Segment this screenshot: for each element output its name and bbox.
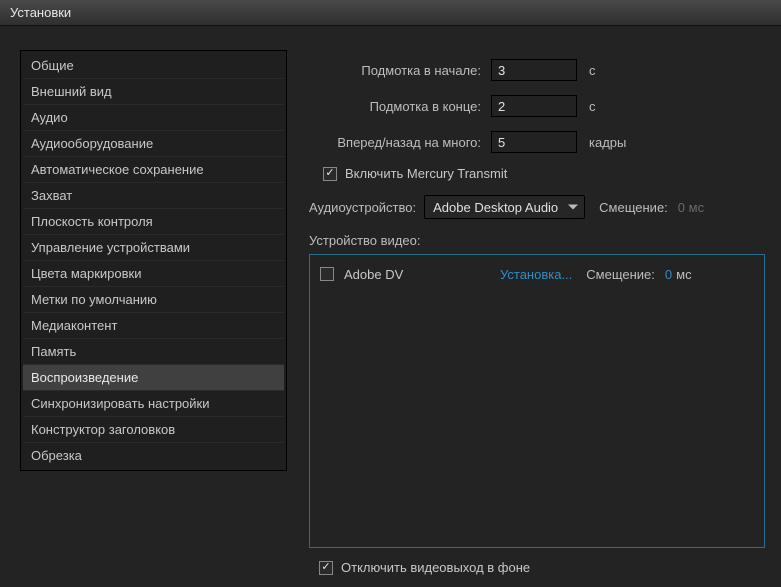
chevron-down-icon: [568, 205, 578, 210]
mercury-row: Включить Mercury Transmit: [309, 166, 765, 181]
sidebar-item-label: Конструктор заголовков: [31, 422, 175, 437]
audiodevice-value: Adobe Desktop Audio: [433, 200, 558, 215]
postroll-unit: с: [589, 99, 596, 114]
preroll-label: Подмотка в начале:: [309, 63, 491, 78]
postroll-label: Подмотка в конце:: [309, 99, 491, 114]
videodevice-label: Устройство видео:: [309, 233, 765, 248]
preferences-window: Установки Общие Внешний вид Аудио Аудиоо…: [0, 0, 781, 587]
sidebar-item-devicectrl[interactable]: Управление устройствами: [23, 235, 284, 261]
sidebar-item-label: Синхронизировать настройки: [31, 396, 210, 411]
sidebar-item-audio[interactable]: Аудио: [23, 105, 284, 131]
audiodevice-row: Аудиоустройство: Adobe Desktop Audio Сме…: [309, 195, 765, 219]
step-input[interactable]: [491, 131, 577, 153]
sidebar-item-label: Аудиооборудование: [31, 136, 153, 151]
sidebar-item-memory[interactable]: Память: [23, 339, 284, 365]
preroll-row: Подмотка в начале: с: [309, 58, 765, 82]
disablebg-row: Отключить видеовыход в фоне: [309, 560, 765, 575]
sidebar-item-labeldefs[interactable]: Метки по умолчанию: [23, 287, 284, 313]
videodevice-row: Adobe DV Установка... Смещение: 0 мс: [320, 263, 754, 285]
sidebar-item-general[interactable]: Общие: [23, 53, 284, 79]
sidebar-item-label: Управление устройствами: [31, 240, 190, 255]
postroll-input[interactable]: [491, 95, 577, 117]
postroll-row: Подмотка в конце: с: [309, 94, 765, 118]
step-row: Вперед/назад на много: кадры: [309, 130, 765, 154]
sidebar-item-label: Общие: [31, 58, 74, 73]
sidebar-item-label: Захват: [31, 188, 72, 203]
videodevice-offset-label: Смещение:: [586, 267, 655, 282]
sidebar-item-capture[interactable]: Захват: [23, 183, 284, 209]
sidebar-item-label: Обрезка: [31, 448, 82, 463]
sidebar-item-appearance[interactable]: Внешний вид: [23, 79, 284, 105]
disablebg-checkbox[interactable]: [319, 561, 333, 575]
sidebar-item-label: Медиаконтент: [31, 318, 117, 333]
step-label: Вперед/назад на много:: [309, 135, 491, 150]
sidebar-item-trim[interactable]: Обрезка: [23, 443, 284, 468]
videodevice-list: Adobe DV Установка... Смещение: 0 мс: [309, 254, 765, 548]
sidebar-item-media[interactable]: Медиаконтент: [23, 313, 284, 339]
sidebar-item-sync[interactable]: Синхронизировать настройки: [23, 391, 284, 417]
preroll-input[interactable]: [491, 59, 577, 81]
sidebar-item-playback[interactable]: Воспроизведение: [23, 365, 284, 391]
sidebar-item-label: Цвета маркировки: [31, 266, 142, 281]
content-area: Общие Внешний вид Аудио Аудиооборудовани…: [0, 26, 781, 587]
sidebar-item-label: Воспроизведение: [31, 370, 138, 385]
titlebar: Установки: [0, 0, 781, 26]
sidebar-item-control[interactable]: Плоскость контроля: [23, 209, 284, 235]
mercury-checkbox[interactable]: [323, 167, 337, 181]
sidebar-item-label: Метки по умолчанию: [31, 292, 157, 307]
sidebar-item-label: Аудио: [31, 110, 68, 125]
audiodevice-offset-label: Смещение:: [599, 200, 668, 215]
step-unit: кадры: [589, 135, 626, 150]
sidebar-item-titler[interactable]: Конструктор заголовков: [23, 417, 284, 443]
sidebar-item-audiohw[interactable]: Аудиооборудование: [23, 131, 284, 157]
videodevice-setup-link[interactable]: Установка...: [500, 267, 572, 282]
sidebar-item-label: Плоскость контроля: [31, 214, 153, 229]
mercury-label: Включить Mercury Transmit: [345, 166, 507, 181]
disablebg-label: Отключить видеовыход в фоне: [341, 560, 530, 575]
settings-panel: Подмотка в начале: с Подмотка в конце: с…: [305, 50, 769, 575]
audiodevice-label: Аудиоустройство:: [309, 200, 416, 215]
sidebar-item-label: Память: [31, 344, 76, 359]
videodevice-offset-unit: мс: [676, 267, 691, 282]
preroll-unit: с: [589, 63, 596, 78]
audiodevice-select[interactable]: Adobe Desktop Audio: [424, 195, 585, 219]
videodevice-name: Adobe DV: [344, 267, 500, 282]
category-sidebar: Общие Внешний вид Аудио Аудиооборудовани…: [20, 50, 287, 471]
videodevice-offset-value[interactable]: 0: [665, 267, 672, 282]
audiodevice-offset-value: 0 мс: [678, 200, 704, 215]
videodevice-checkbox[interactable]: [320, 267, 334, 281]
sidebar-item-label: Автоматическое сохранение: [31, 162, 204, 177]
sidebar-item-autosave[interactable]: Автоматическое сохранение: [23, 157, 284, 183]
window-title: Установки: [10, 5, 71, 20]
sidebar-item-label: Внешний вид: [31, 84, 112, 99]
sidebar-item-labelcolors[interactable]: Цвета маркировки: [23, 261, 284, 287]
